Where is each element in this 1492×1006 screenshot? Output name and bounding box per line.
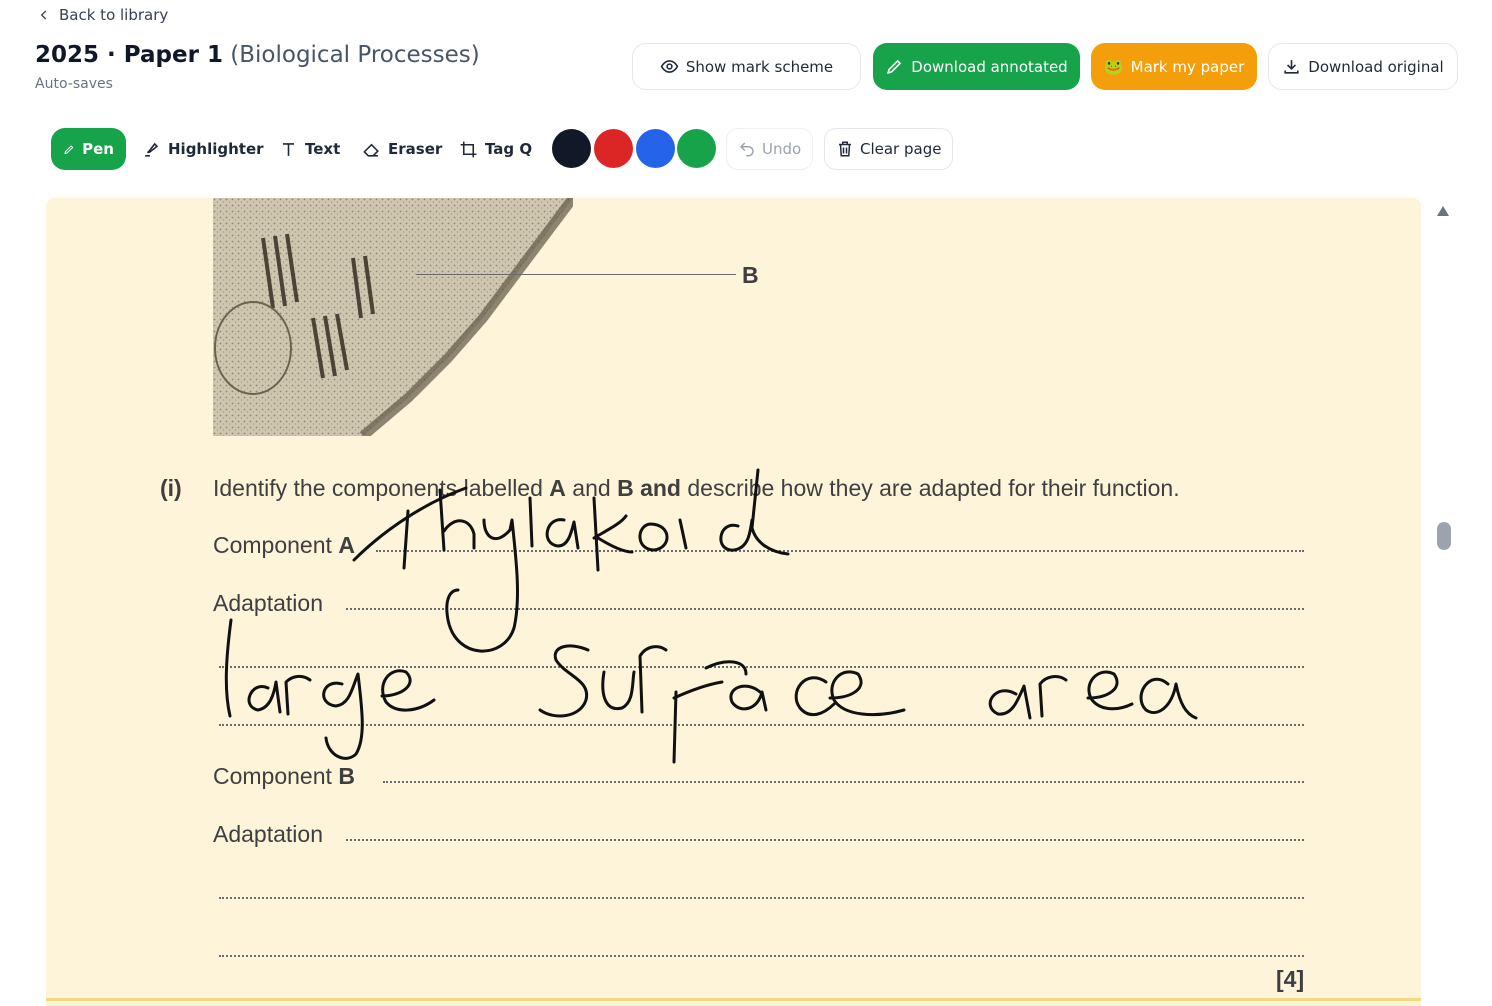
- back-to-library-link[interactable]: Back to library: [37, 6, 168, 24]
- paper-bottom-edge: [46, 998, 1421, 1001]
- answer-line: [219, 955, 1304, 957]
- answer-line: [219, 897, 1304, 899]
- component-a-text: Component: [213, 532, 339, 558]
- color-swatch-blue[interactable]: [636, 129, 675, 168]
- question-text-part: describe how they are adapted for their …: [680, 475, 1180, 501]
- question-bold-a: A: [549, 475, 566, 501]
- highlighter-icon: [145, 142, 159, 157]
- crop-icon: [460, 141, 477, 157]
- answer-line: [346, 608, 1304, 610]
- answer-line: [376, 550, 1304, 552]
- mark-my-paper-label: Mark my paper: [1130, 57, 1245, 76]
- paper-subtitle: (Biological Processes): [230, 42, 480, 68]
- component-b-text: Component: [213, 763, 339, 789]
- download-icon: [1284, 60, 1299, 74]
- label-b: B: [742, 262, 759, 288]
- autosave-status: Auto-saves: [35, 76, 113, 92]
- question-bold-and: and: [640, 475, 681, 501]
- component-b-label: Component B: [213, 763, 355, 790]
- answer-line: [219, 724, 1304, 726]
- show-mark-scheme-button[interactable]: Show mark scheme: [632, 43, 861, 90]
- adaptation-a-label: Adaptation: [213, 590, 323, 616]
- eraser-tool-label: Eraser: [388, 140, 443, 158]
- color-swatch-black[interactable]: [552, 129, 591, 168]
- component-a-label: Component A: [213, 532, 355, 559]
- tag-question-label: Tag Q: [485, 140, 533, 158]
- answer-line: [383, 781, 1304, 783]
- eraser-tool-button[interactable]: Eraser: [362, 128, 442, 170]
- undo-label: Undo: [762, 140, 802, 158]
- page-title: 2025 · Paper 1 (Biological Processes): [35, 42, 480, 68]
- color-swatch-red[interactable]: [594, 129, 633, 168]
- color-swatch-green[interactable]: [677, 129, 716, 168]
- highlighter-tool-button[interactable]: Highlighter: [142, 128, 264, 170]
- pencil-icon: [887, 59, 902, 74]
- download-annotated-label: Download annotated: [911, 57, 1068, 76]
- clear-page-label: Clear page: [860, 140, 942, 158]
- answer-line: [346, 839, 1304, 841]
- download-original-label: Download original: [1308, 57, 1444, 76]
- chevron-left-icon: [40, 10, 47, 20]
- tag-question-button[interactable]: Tag Q: [459, 128, 532, 170]
- exam-paper-canvas[interactable]: B (i) Identify the components labelled A…: [46, 198, 1421, 1006]
- adaptation-b-label: Adaptation: [213, 821, 323, 847]
- pen-icon: [64, 144, 74, 154]
- back-link-label: Back to library: [59, 6, 169, 24]
- eye-icon: [660, 60, 679, 73]
- download-annotated-button[interactable]: Download annotated: [873, 43, 1080, 90]
- eraser-icon: [363, 143, 379, 157]
- question-text: Identify the components labelled A and B…: [213, 475, 1180, 502]
- label-b-pointer-line: [416, 274, 736, 275]
- download-original-button[interactable]: Download original: [1268, 43, 1458, 90]
- pen-tool-button[interactable]: Pen: [51, 128, 126, 170]
- text-tool-button[interactable]: Text: [279, 128, 340, 170]
- marks-available: [4]: [1276, 966, 1305, 992]
- scroll-up-arrow[interactable]: [1437, 206, 1449, 216]
- pen-tool-label: Pen: [82, 140, 114, 158]
- text-icon: [282, 142, 295, 156]
- component-a-letter: A: [338, 532, 355, 558]
- handwriting-large-surface-area: [224, 618, 1198, 764]
- mark-my-paper-button[interactable]: 🐸 Mark my paper: [1091, 43, 1257, 90]
- question-bold-b: B: [617, 475, 634, 501]
- chloroplast-micrograph-image: [213, 198, 573, 436]
- text-tool-label: Text: [305, 140, 341, 158]
- show-mark-scheme-label: Show mark scheme: [685, 57, 834, 76]
- answer-line: [219, 666, 1304, 668]
- highlighter-tool-label: Highlighter: [168, 140, 264, 158]
- question-number: (i): [160, 475, 182, 501]
- question-text-part: Identify the components labelled: [213, 475, 550, 501]
- trash-icon: [839, 141, 851, 157]
- clear-page-button[interactable]: Clear page: [824, 128, 954, 170]
- frog-icon: 🐸: [1103, 57, 1124, 76]
- scrollbar-thumb[interactable]: [1437, 522, 1451, 550]
- component-b-letter: B: [338, 763, 355, 789]
- paper-title: 2025 · Paper 1: [35, 42, 223, 68]
- undo-button[interactable]: Undo: [726, 128, 814, 170]
- undo-icon: [739, 142, 754, 157]
- question-text-part: and: [565, 475, 618, 501]
